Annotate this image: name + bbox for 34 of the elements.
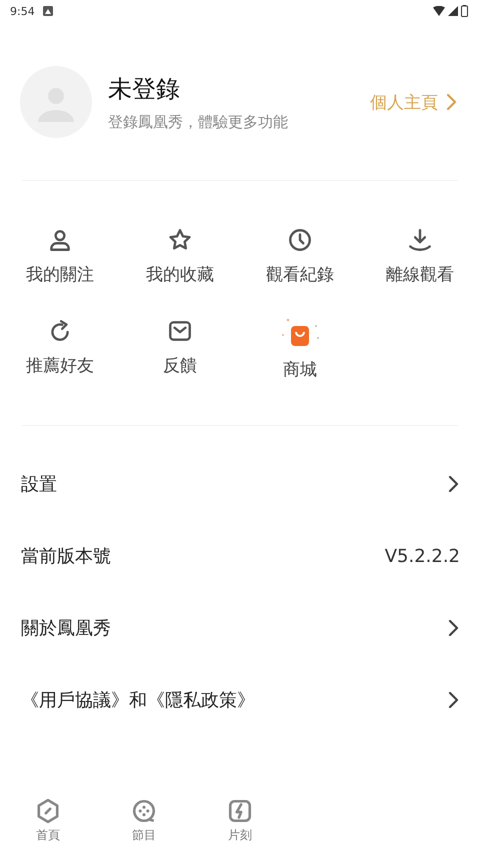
login-prompt: 登錄鳳凰秀，體驗更多功能: [108, 112, 288, 132]
status-time: 9:54: [10, 4, 35, 18]
chevron-right-icon: [448, 475, 460, 493]
menu-label[interactable]: 關於鳳凰秀: [21, 616, 111, 640]
download-icon: [407, 227, 433, 253]
shortcut-item[interactable]: 推薦好友: [0, 318, 120, 381]
avatar-placeholder[interactable]: [20, 66, 92, 138]
chevron-right-icon: [446, 93, 458, 111]
chevron-right-icon: [448, 619, 460, 637]
version-number: V5.2.2.2: [384, 546, 460, 566]
notification-icon: [42, 6, 53, 16]
shortcut-item[interactable]: 離線觀看: [360, 227, 480, 286]
nav-tab[interactable]: 首頁: [0, 795, 96, 847]
login-status: 未登錄: [108, 74, 181, 104]
menu-label[interactable]: 設置: [21, 472, 57, 496]
shortcut-item[interactable]: 商城: [240, 318, 360, 381]
chevron-right-icon: [448, 691, 460, 709]
clock-icon: [287, 227, 313, 253]
shortcut-item[interactable]: 反饋: [120, 318, 240, 381]
menu-label[interactable]: 《用戶協議》和《隱私政策》: [21, 688, 255, 712]
shortcut-item[interactable]: 我的關注: [0, 227, 120, 286]
nav-tab[interactable]: 節目: [96, 795, 192, 847]
lightning-icon: [227, 798, 253, 824]
battery-icon: [461, 5, 468, 17]
menu-label[interactable]: 當前版本號: [21, 544, 111, 568]
wifi-icon: [433, 6, 445, 16]
hexagon-icon: [35, 798, 61, 824]
signal-icon: [448, 6, 458, 16]
person-icon: [47, 227, 73, 253]
mail-icon: [167, 318, 193, 344]
nav-tab[interactable]: 片刻: [192, 795, 288, 847]
shortcut-item[interactable]: 我的收藏: [120, 227, 240, 286]
film-reel-icon: [131, 798, 157, 824]
shortcut-item[interactable]: 觀看紀錄: [240, 227, 360, 286]
